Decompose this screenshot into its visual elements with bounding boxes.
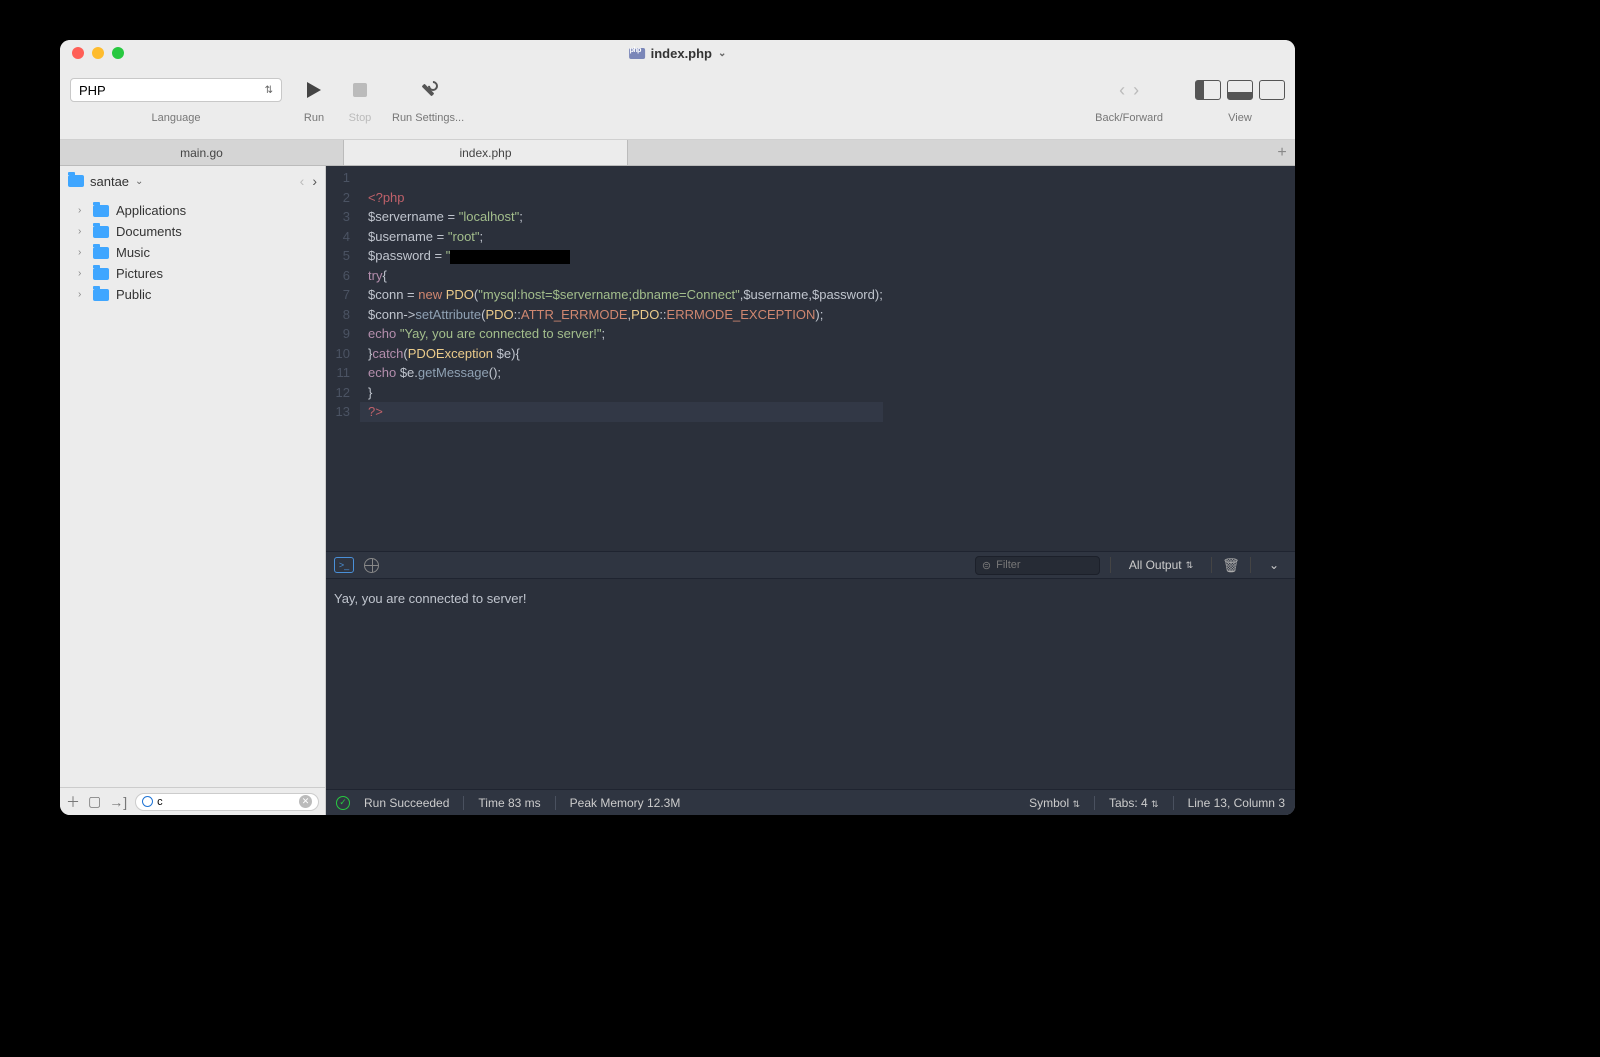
console-filter-input[interactable]: ⊜ Filter bbox=[975, 556, 1100, 575]
run-label: Run bbox=[304, 112, 324, 124]
plus-icon[interactable]: ＋ bbox=[66, 792, 80, 812]
wrench-icon bbox=[420, 82, 436, 98]
tab-bar: main.goindex.php + bbox=[60, 140, 1295, 166]
stop-label: Stop bbox=[349, 112, 372, 124]
sidebar-footer: ＋ ▢ →] c ✕ bbox=[60, 787, 325, 815]
sidebar-root-label: santae bbox=[90, 174, 129, 189]
tab-main-go[interactable]: main.go bbox=[60, 140, 344, 165]
stop-icon bbox=[353, 83, 367, 97]
language-select[interactable]: PHP ⇅ bbox=[70, 78, 282, 102]
php-icon bbox=[629, 48, 645, 59]
titlebar[interactable]: index.php ⌄ bbox=[60, 40, 1295, 66]
file-tree: ›Applications›Documents›Music›Pictures›P… bbox=[60, 196, 325, 309]
back-button[interactable]: ‹ bbox=[1119, 80, 1125, 101]
stop-button bbox=[346, 76, 374, 104]
view-label: View bbox=[1228, 112, 1252, 124]
play-icon bbox=[307, 82, 321, 98]
code-area[interactable]: <?php$servername = "localhost";$username… bbox=[360, 166, 883, 551]
clear-console-button[interactable]: 🗑 bbox=[1222, 557, 1240, 574]
filter-icon: ⊜ bbox=[982, 559, 991, 572]
globe-icon[interactable] bbox=[364, 558, 379, 573]
folder-icon bbox=[68, 175, 84, 187]
run-button[interactable] bbox=[300, 76, 328, 104]
cursor-position[interactable]: Line 13, Column 3 bbox=[1188, 796, 1285, 810]
folder-icon bbox=[93, 205, 109, 217]
sidebar-back-button[interactable]: ‹ bbox=[300, 173, 305, 189]
collapse-console-button[interactable]: ⌄ bbox=[1261, 558, 1287, 572]
folder-icon bbox=[93, 226, 109, 238]
chevron-right-icon: › bbox=[78, 226, 86, 237]
tab-width-select[interactable]: Tabs: 4 ⇅ bbox=[1109, 796, 1159, 810]
sidebar-search-input[interactable]: c ✕ bbox=[135, 793, 319, 811]
chevron-right-icon: › bbox=[78, 268, 86, 279]
back-forward-label: Back/Forward bbox=[1095, 112, 1163, 124]
language-value: PHP bbox=[79, 83, 106, 98]
symbol-select[interactable]: Symbol ⇅ bbox=[1029, 796, 1080, 810]
search-value: c bbox=[157, 796, 163, 808]
chevron-updown-icon: ⇅ bbox=[1186, 560, 1194, 571]
import-icon[interactable]: →] bbox=[109, 794, 127, 810]
folder-icon bbox=[93, 289, 109, 301]
chevron-down-icon: ⌄ bbox=[718, 48, 726, 59]
toolbar: PHP ⇅ Language Run Stop Run Settings... … bbox=[60, 66, 1295, 140]
close-icon[interactable] bbox=[72, 47, 84, 59]
output-mode-select[interactable]: All Output ⇅ bbox=[1121, 558, 1201, 572]
filter-placeholder: Filter bbox=[996, 559, 1020, 571]
status-run: Run Succeeded bbox=[364, 796, 449, 810]
chevron-down-icon: ⌄ bbox=[1269, 558, 1279, 572]
minimize-icon[interactable] bbox=[92, 47, 104, 59]
sidebar-root[interactable]: santae ⌄ ‹ › bbox=[60, 166, 325, 196]
traffic-lights bbox=[72, 47, 124, 59]
console-toolbar: >_ ⊜ Filter All Output ⇅ 🗑 ⌄ bbox=[326, 551, 1295, 579]
folder-icon bbox=[93, 247, 109, 259]
chevron-right-icon: › bbox=[78, 289, 86, 300]
toggle-right-panel-button[interactable] bbox=[1259, 80, 1285, 100]
line-gutter: 12345678910111213 bbox=[326, 166, 360, 551]
tree-item-public[interactable]: ›Public bbox=[60, 284, 325, 305]
tree-item-documents[interactable]: ›Documents bbox=[60, 221, 325, 242]
success-icon: ✓ bbox=[336, 796, 350, 810]
toggle-left-panel-button[interactable] bbox=[1195, 80, 1221, 100]
fullscreen-icon[interactable] bbox=[112, 47, 124, 59]
file-sidebar: santae ⌄ ‹ › ›Applications›Documents›Mus… bbox=[60, 166, 326, 815]
forward-button[interactable]: › bbox=[1133, 80, 1139, 101]
settings-label: Run Settings... bbox=[392, 112, 464, 124]
folder-icon bbox=[93, 268, 109, 280]
chevron-down-icon: ⌄ bbox=[135, 176, 143, 187]
language-label: Language bbox=[152, 112, 201, 124]
status-time: Time 83 ms bbox=[478, 796, 540, 810]
tree-item-applications[interactable]: ›Applications bbox=[60, 200, 325, 221]
toggle-bottom-panel-button[interactable] bbox=[1227, 80, 1253, 100]
chevron-updown-icon: ⇅ bbox=[265, 85, 273, 96]
chevron-right-icon: › bbox=[78, 205, 86, 216]
search-icon bbox=[142, 796, 153, 807]
new-folder-icon[interactable]: ▢ bbox=[88, 793, 101, 810]
app-window: index.php ⌄ PHP ⇅ Language Run Stop Run … bbox=[60, 40, 1295, 815]
window-title[interactable]: index.php ⌄ bbox=[629, 46, 727, 61]
title-filename: index.php bbox=[651, 46, 712, 61]
tree-item-music[interactable]: ›Music bbox=[60, 242, 325, 263]
new-tab-button[interactable]: + bbox=[1269, 140, 1295, 165]
console-output[interactable]: Yay, you are connected to server! bbox=[326, 579, 1295, 789]
tree-item-pictures[interactable]: ›Pictures bbox=[60, 263, 325, 284]
console-text: Yay, you are connected to server! bbox=[334, 591, 526, 606]
status-bar: ✓ Run Succeeded Time 83 ms Peak Memory 1… bbox=[326, 789, 1295, 815]
tab-index-php[interactable]: index.php bbox=[344, 140, 628, 165]
chevron-right-icon: › bbox=[78, 247, 86, 258]
sidebar-forward-button[interactable]: › bbox=[312, 173, 317, 189]
terminal-icon[interactable]: >_ bbox=[334, 557, 354, 573]
clear-icon[interactable]: ✕ bbox=[299, 795, 312, 808]
run-settings-button[interactable] bbox=[414, 76, 442, 104]
status-memory: Peak Memory 12.3M bbox=[570, 796, 681, 810]
code-editor[interactable]: 12345678910111213 <?php$servername = "lo… bbox=[326, 166, 1295, 551]
